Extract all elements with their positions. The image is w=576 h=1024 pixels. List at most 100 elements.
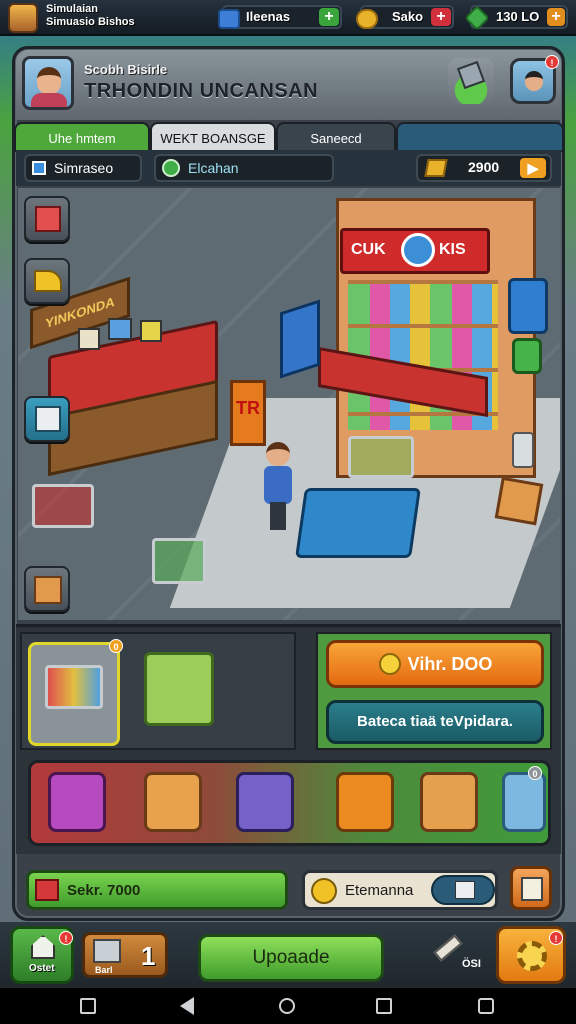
map-button[interactable]: [510, 866, 552, 910]
cash-counter[interactable]: Ileenas +: [218, 5, 342, 29]
cash-icon: [218, 9, 240, 29]
add-gems-button[interactable]: +: [547, 8, 565, 26]
shopkeeper-legs: [270, 502, 286, 530]
gold-coin-icon: [356, 9, 378, 29]
robot-icon: [456, 60, 486, 90]
buy-button[interactable]: Vihr. DOO: [326, 640, 544, 688]
catalog-icon: [35, 406, 61, 432]
category-selector[interactable]: Elcahan: [154, 154, 334, 182]
crate-icon: [34, 576, 62, 604]
game-logo-icon: [8, 3, 38, 33]
strip-badge: 0: [528, 766, 542, 780]
home-badge: !: [59, 931, 73, 945]
delivery-box-icon[interactable]: [494, 476, 544, 526]
coin-value: Sako: [392, 9, 424, 24]
home-button[interactable]: Ostet !: [10, 926, 74, 984]
notification-badge: !: [545, 55, 559, 69]
category-label: Elcahan: [188, 160, 239, 176]
inventory-item-crate[interactable]: [420, 772, 478, 832]
sales-bar[interactable]: Sekr. 7000: [26, 870, 288, 910]
inventory-item-blue-box[interactable]: [236, 772, 294, 832]
info-icon: [455, 881, 475, 899]
inventory-item-brown-box[interactable]: [144, 772, 202, 832]
game-title: Simulaian Simuasio Bishos: [46, 3, 135, 29]
tab-extra[interactable]: [396, 122, 564, 152]
gift-button[interactable]: [24, 196, 70, 242]
ad-panel-icon: [512, 338, 542, 374]
shopping-cart-icon: [45, 665, 103, 709]
shopping-cart-icon[interactable]: [152, 538, 206, 584]
tab-week-bonus[interactable]: WEKT BOANSGE: [150, 122, 276, 152]
tab-speed[interactable]: Saneecd: [276, 122, 396, 152]
home-icon: [31, 935, 55, 959]
sales-box-icon: [35, 879, 59, 901]
coin-balance: 2900 ▶: [416, 154, 552, 182]
recents-icon[interactable]: [376, 998, 392, 1014]
cart-badge: 0: [109, 639, 123, 653]
add-cash-button[interactable]: +: [319, 8, 339, 26]
screenshot-icon[interactable]: [478, 998, 494, 1014]
catalog-button[interactable]: [24, 396, 70, 442]
coin-arrow-button[interactable]: ▶: [520, 158, 546, 178]
bank-count: 1: [141, 941, 156, 971]
cheese-button[interactable]: [24, 258, 70, 304]
shop-button[interactable]: [448, 58, 494, 104]
cheese-icon: [34, 270, 62, 292]
inventory-item-purple-box[interactable]: [48, 772, 106, 832]
shopping-cart-icon[interactable]: [32, 484, 94, 528]
tab-home[interactable]: Uhe hmtem: [14, 122, 150, 152]
bank-button[interactable]: Barl 1: [82, 932, 168, 978]
shopping-cart-icon[interactable]: [348, 436, 414, 478]
upgrade-button[interactable]: Upoaade: [198, 934, 384, 982]
leaf-icon: [162, 159, 180, 177]
game-title-line1: Simulaian: [46, 3, 98, 15]
store-sign-right-text: KIS: [439, 241, 466, 258]
store-scene[interactable]: YINKONDA CUK KIS TR: [18, 188, 560, 620]
game-screen: Simulaian Simuasio Bishos Ileenas + Sako…: [0, 0, 576, 1024]
display-bin[interactable]: [295, 488, 421, 558]
hammer-icon: [433, 934, 463, 962]
bank-label: Barl: [95, 965, 113, 975]
gift-icon: [35, 206, 61, 232]
gear-coin-icon: [311, 878, 337, 904]
store-selector-label: Simraseo: [54, 160, 114, 176]
crate-button[interactable]: [24, 566, 70, 612]
settings-button[interactable]: !: [496, 926, 566, 984]
store-selector[interactable]: Simraseo: [24, 154, 142, 182]
back-icon[interactable]: [180, 997, 194, 1015]
coin-balance-value: 2900: [468, 159, 500, 175]
store-name: TRHONDIN UNCANSAN: [84, 80, 319, 102]
store-sign: CUK KIS: [340, 228, 490, 274]
promo-sign: TR: [230, 380, 266, 446]
shopkeeper-body: [264, 466, 292, 504]
menu-square-icon[interactable]: [80, 998, 96, 1014]
selected-cart-card[interactable]: 0: [28, 639, 123, 746]
info-toggle[interactable]: [431, 875, 495, 905]
add-coins-button[interactable]: +: [431, 8, 451, 26]
product-box-icon: [78, 328, 100, 350]
gem-counter[interactable]: 130 LO +: [464, 5, 568, 31]
user-icon: [525, 71, 543, 91]
coin-counter[interactable]: Sako +: [356, 5, 454, 29]
upgrade-info-button[interactable]: Bateca tiaä teVpidara.: [326, 700, 544, 744]
home-label: Ostet: [29, 963, 55, 974]
blue-sign: [280, 299, 320, 379]
store-sign-left-text: CUK: [351, 241, 386, 258]
gear-icon: [517, 941, 547, 971]
tool-label: ÖSI: [462, 958, 481, 970]
produce-crate-icon[interactable]: [144, 652, 214, 726]
player-avatar[interactable]: [22, 56, 74, 110]
ticket-icon: [424, 159, 448, 177]
trash-can-icon: [512, 432, 534, 468]
inventory-item-small-box[interactable]: [502, 772, 546, 832]
info-label: Etemanna: [345, 882, 414, 899]
header-subtitle: Scobh Bisirle: [84, 62, 168, 77]
game-title-line2: Simuasio Bishos: [46, 16, 135, 28]
info-bar[interactable]: Etemanna: [302, 870, 498, 910]
inventory-item-gift-box[interactable]: [336, 772, 394, 832]
store-logo-icon: [401, 233, 435, 267]
profile-button[interactable]: !: [510, 55, 559, 104]
home-circle-icon[interactable]: [279, 998, 295, 1014]
tool-button[interactable]: ÖSI: [430, 934, 486, 978]
vault-icon: [93, 939, 121, 963]
